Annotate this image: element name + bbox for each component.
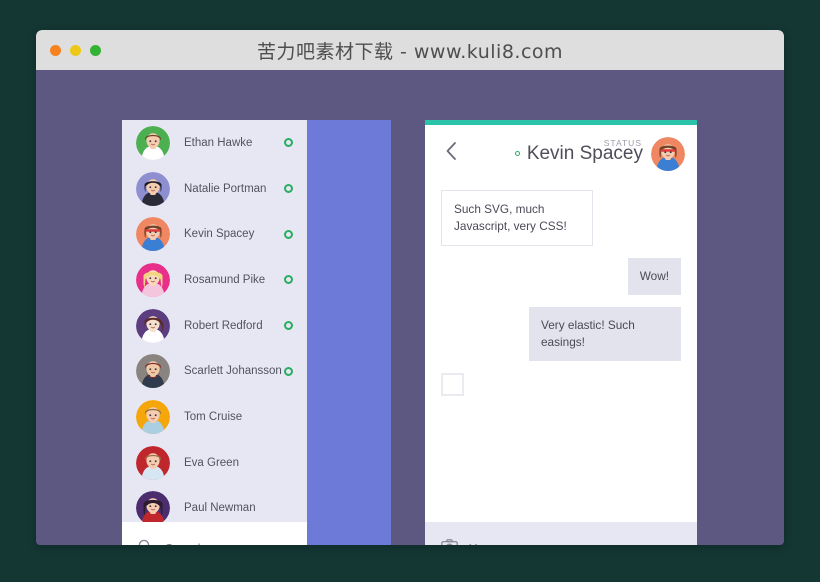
message-bubble-out: Wow! <box>627 258 681 295</box>
avatar <box>136 171 170 206</box>
camera-icon <box>441 538 469 545</box>
search-bar[interactable]: Search <box>122 522 307 545</box>
contact-name: Eva Green <box>184 456 239 469</box>
accent-panel <box>307 120 391 545</box>
title-bar: 苦力吧素材下载 - www.kuli8.com <box>36 30 784 70</box>
window-title: 苦力吧素材下载 - www.kuli8.com <box>256 40 564 63</box>
avatar <box>136 262 170 297</box>
status-badge <box>284 184 293 194</box>
maximize-button[interactable] <box>90 44 101 56</box>
status-label: STATUS <box>603 137 642 148</box>
contacts-panel: Ethan Hawke Natalie Portman Kevin Spacey… <box>122 120 307 545</box>
list-item[interactable]: Ethan Hawke <box>122 120 307 166</box>
message-input[interactable]: Your message <box>469 542 548 546</box>
minimize-button[interactable] <box>70 44 81 56</box>
status-badge <box>284 275 293 285</box>
avatar <box>136 354 170 389</box>
avatar <box>136 399 170 434</box>
contact-name: Robert Redford <box>184 319 263 332</box>
list-item[interactable]: Eva Green <box>122 440 307 486</box>
list-item[interactable]: Tom Cruise <box>122 394 307 440</box>
contact-name: Ethan Hawke <box>184 136 253 149</box>
avatar <box>136 308 170 343</box>
close-button[interactable] <box>50 44 61 56</box>
contact-list[interactable]: Ethan Hawke Natalie Portman Kevin Spacey… <box>122 120 307 522</box>
window-controls <box>50 44 101 56</box>
avatar <box>136 445 170 480</box>
list-item[interactable]: Scarlett Johansson <box>122 348 307 394</box>
status-badge <box>284 229 293 239</box>
status-badge <box>284 138 293 148</box>
avatar <box>136 125 170 160</box>
contact-name: Scarlett Johansson <box>184 365 282 378</box>
search-icon <box>138 539 165 545</box>
status-badge <box>514 151 520 156</box>
list-item[interactable]: Kevin Spacey <box>122 211 307 257</box>
avatar <box>136 217 170 252</box>
contact-name: Paul Newman <box>184 502 256 515</box>
contact-name: Tom Cruise <box>184 410 243 423</box>
contact-name: Natalie Portman <box>184 182 267 195</box>
browser-window: 苦力吧素材下载 - www.kuli8.com Ethan Hawke Nata… <box>36 30 784 545</box>
message-composer[interactable]: Your message <box>425 522 697 545</box>
chat-header: STATUS Kevin Spacey <box>425 125 697 182</box>
search-input[interactable]: Search <box>165 542 205 546</box>
message-list: Such SVG, much Javascript, very CSS! Wow!… <box>425 182 697 522</box>
list-item[interactable]: Robert Redford <box>122 303 307 349</box>
back-button[interactable] <box>437 140 465 168</box>
list-item[interactable]: Rosamund Pike <box>122 257 307 303</box>
list-item[interactable]: Paul Newman <box>122 486 307 522</box>
avatar <box>136 491 170 522</box>
app-body: Ethan Hawke Natalie Portman Kevin Spacey… <box>36 70 784 545</box>
contact-name: Kevin Spacey <box>184 228 255 241</box>
list-item[interactable]: Natalie Portman <box>122 166 307 212</box>
message-bubble-out: Very elastic! Such easings! <box>529 307 681 361</box>
contact-name: Rosamund Pike <box>184 273 266 286</box>
avatar[interactable] <box>651 136 685 171</box>
chevron-left-icon <box>445 141 458 166</box>
chat-panel: STATUS Kevin Spacey Such SVG, much Javas… <box>425 120 697 545</box>
status-badge <box>284 366 293 376</box>
chat-header-center: STATUS Kevin Spacey <box>465 138 651 165</box>
message-bubble-in: Such SVG, much Javascript, very CSS! <box>441 190 593 246</box>
status-badge <box>284 321 293 331</box>
message-placeholder-bubble <box>441 373 464 396</box>
